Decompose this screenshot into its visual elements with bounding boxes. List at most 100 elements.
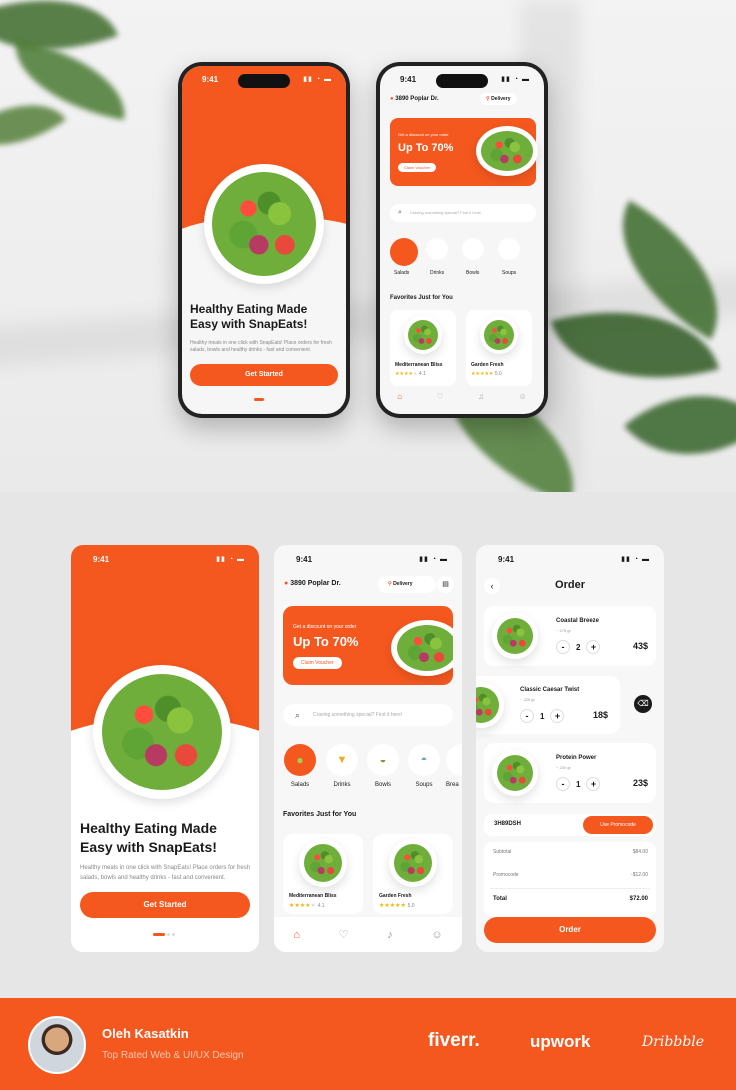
order-summary: Subtotal $84.00 Promocode -$12.00 Total … <box>484 842 656 917</box>
favorite-card[interactable]: Garden Fresh ★★★★★ 5.0 <box>466 310 532 386</box>
fiverr-logo[interactable]: fiverr. <box>428 1030 480 1052</box>
claim-voucher-button[interactable]: Claim Voucher <box>398 163 437 172</box>
subtotal-label: Subtotal <box>493 849 512 855</box>
order-screen: 9:41 ▮▮ ◔ ▬ ‹ Order Coastal Breeze ~ 275… <box>476 545 664 952</box>
status-icons: ▮▮ ◔ ▬ <box>419 556 448 563</box>
onboarding-screen: 9:41 ▮▮ ◔ ▬ Healthy Eating Made Easy wit… <box>71 545 259 952</box>
hero-mockup-scene: 9:41 ▮▮ ◔ ▬ Healthy Eating Made Easy wit… <box>0 0 736 492</box>
dish-name: Garden Fresh <box>379 893 412 899</box>
phone-mockup-onboarding: 9:41 ▮▮ ◔ ▬ Healthy Eating Made Easy wit… <box>178 62 350 418</box>
order-button[interactable]: Order <box>484 917 656 943</box>
quantity-stepper[interactable]: -1 + <box>520 709 565 723</box>
category-bowls[interactable]: ◒ Bowls <box>365 744 401 788</box>
avatar <box>28 1016 86 1074</box>
order-item[interactable]: Coastal Breeze ~ 275 gr -2 + 43$ <box>484 606 656 666</box>
salad-image <box>204 164 324 284</box>
heart-icon[interactable]: ♡ <box>339 928 349 941</box>
location-pin-icon: ● <box>284 580 289 587</box>
page-indicator <box>254 398 264 401</box>
item-weight: ~ 240 gr <box>556 765 571 770</box>
section-title: Favorites Just for You <box>283 811 357 818</box>
search-icon: ⌕ <box>398 209 402 216</box>
bowl-icon: ◒ <box>379 754 387 766</box>
item-price: 23$ <box>632 778 648 788</box>
category-label: Drinks <box>430 270 445 276</box>
subtotal-value: $84.00 <box>632 849 648 855</box>
minus-button[interactable]: - <box>520 709 534 723</box>
soup-icon: ◓ <box>420 754 428 766</box>
item-name: Coastal Breeze <box>556 618 600 624</box>
favorite-card[interactable]: Mediterranean Bliss ★★★★★ 4.1 <box>283 834 363 914</box>
minus-button[interactable]: - <box>556 640 570 654</box>
body-text: Healthy meals in one click with SnapEats… <box>80 865 251 881</box>
heart-icon[interactable]: ♡ <box>437 392 444 401</box>
quantity-stepper[interactable]: -2 + <box>556 640 601 654</box>
delivery-toggle[interactable]: ⚲ Delivery <box>480 93 517 105</box>
profile-icon[interactable]: ☺ <box>519 392 527 401</box>
promocode-input[interactable]: 3H89DSH <box>494 821 521 827</box>
salad-icon: ● <box>296 753 304 767</box>
total-value: $72.00 <box>629 896 648 902</box>
item-price: 43$ <box>632 641 648 651</box>
get-started-button[interactable]: Get Started <box>80 892 250 918</box>
category-label: Salads <box>394 270 410 276</box>
calendar-icon[interactable]: ▤ <box>437 576 454 593</box>
home-icon[interactable]: ⌂ <box>293 929 300 941</box>
promocode-field[interactable]: 3H89DSH Use Promocode <box>484 814 656 836</box>
status-time: 9:41 <box>400 75 417 84</box>
headline: Healthy Eating Made <box>190 302 308 316</box>
status-icons: ▮▮ ◔ ▬ <box>303 76 332 83</box>
home-icon[interactable]: ⌂ <box>397 392 402 401</box>
category-soups[interactable]: ◓ Soups <box>406 744 442 788</box>
category-salads[interactable] <box>390 238 418 266</box>
headline: Healthy Eating Made <box>80 820 217 836</box>
search-input[interactable]: ⌕ Craving something special? Find it here… <box>390 204 536 222</box>
rating: ★★★★★ 4.1 <box>289 903 325 909</box>
minus-button[interactable]: - <box>556 777 570 791</box>
claim-voucher-button[interactable]: Claim Voucher <box>293 657 342 669</box>
page-title: Order <box>555 579 585 591</box>
trash-icon[interactable]: ⌫ <box>634 695 652 713</box>
search-icon: ⌕ <box>295 710 301 720</box>
order-item-swiped[interactable]: Classic Caesar Twist ~ 225 gr -1 + 18$ <box>476 676 620 734</box>
category-salads[interactable]: ● Salads <box>282 744 318 788</box>
order-item[interactable]: Protein Power ~ 240 gr -1 + 23$ <box>484 743 656 803</box>
category-soups[interactable] <box>498 238 520 260</box>
headline-line2: Easy with SnapEats! <box>80 839 217 855</box>
status-icons: ▮▮ ◔ ▬ <box>216 556 245 563</box>
promo-banner[interactable]: Get a discount on your order Up To 70% C… <box>283 606 453 685</box>
rating: ★★★★★ 5.0 <box>379 903 415 909</box>
promo-banner[interactable]: Get a discount on your order Up To 70% C… <box>390 118 538 186</box>
dribbble-logo[interactable]: Dribbble <box>642 1034 704 1050</box>
delivery-toggle[interactable]: ⚲ Delivery <box>378 576 436 593</box>
promocode-value: -$12.00 <box>631 872 648 878</box>
bell-icon[interactable]: ♪ <box>387 929 393 941</box>
category-label: Brea <box>446 782 459 788</box>
bell-icon[interactable]: ♫ <box>478 392 484 401</box>
address[interactable]: ● 3890 Poplar Dr. <box>284 580 341 587</box>
plus-button[interactable]: + <box>586 640 601 654</box>
favorite-card[interactable]: Mediterranean Bliss ★★★★★ 4.1 <box>390 310 456 386</box>
category-label: Soups <box>415 782 433 788</box>
bike-icon: ⚲ <box>388 581 392 587</box>
plus-button[interactable]: + <box>550 709 565 723</box>
address[interactable]: ● 3890 Poplar Dr. <box>390 96 439 102</box>
use-promocode-button[interactable]: Use Promocode <box>583 816 653 834</box>
promocode-label: Promocode <box>493 872 519 878</box>
search-input[interactable]: ⌕ Craving something special? Find it here… <box>283 704 453 726</box>
plus-button[interactable]: + <box>586 777 601 791</box>
quantity-stepper[interactable]: -1 + <box>556 777 601 791</box>
get-started-button[interactable]: Get Started <box>190 364 338 386</box>
dish-image <box>492 750 538 796</box>
category-drinks[interactable] <box>426 238 448 260</box>
status-icons: ▮▮ ◔ ▬ <box>621 556 650 563</box>
category-drinks[interactable]: ▼ Drinks <box>324 744 360 788</box>
item-name: Classic Caesar Twist <box>520 687 580 693</box>
profile-icon[interactable]: ☺ <box>431 929 442 941</box>
favorite-card[interactable]: Garden Fresh ★★★★★ 5.0 <box>373 834 453 914</box>
dish-image <box>492 613 538 659</box>
category-breakfast[interactable]: Brea <box>446 744 462 788</box>
location-pin-icon: ● <box>390 96 394 102</box>
upwork-logo[interactable]: upwork <box>530 1032 590 1052</box>
category-bowls[interactable] <box>462 238 484 260</box>
